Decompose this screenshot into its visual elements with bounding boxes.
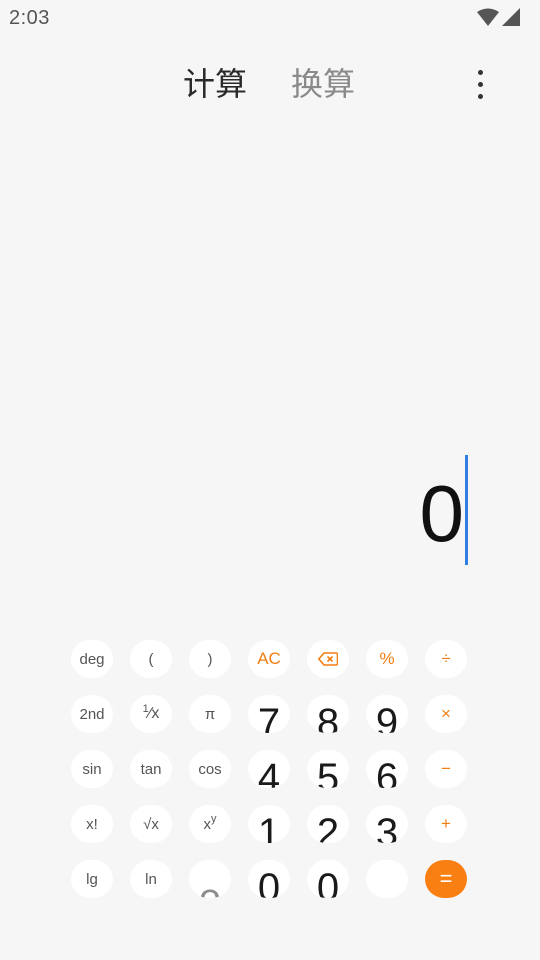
plus-button[interactable]: + (425, 805, 467, 843)
digit-8-button[interactable]: 8 (307, 695, 349, 733)
digit-label: 5 (316, 756, 340, 788)
divide-button[interactable]: ÷ (425, 640, 467, 678)
equals-button[interactable]: = (425, 860, 467, 898)
minus-button[interactable]: − (425, 750, 467, 788)
deg-button[interactable]: deg (71, 640, 113, 678)
pi-button[interactable]: π (189, 695, 231, 733)
backspace-button[interactable] (307, 640, 349, 678)
power-base: x (203, 815, 212, 833)
reciprocal-button[interactable]: 1 ⁄x (130, 695, 172, 733)
digit-label: 0 (257, 866, 281, 898)
digit-4-button[interactable]: 4 (248, 750, 290, 788)
backspace-icon (318, 652, 338, 666)
percent-button[interactable]: % (366, 640, 408, 678)
sin-button[interactable]: sin (71, 750, 113, 788)
clear-button[interactable]: AC (248, 640, 290, 678)
digit-5-button[interactable]: 5 (307, 750, 349, 788)
digit-label: 7 (257, 701, 281, 733)
digit-3-button[interactable]: 3 (366, 805, 408, 843)
cos-button[interactable]: cos (189, 750, 231, 788)
power-exponent: y (211, 813, 217, 825)
digit-9-button[interactable]: 9 (366, 695, 408, 733)
ln-button[interactable]: ln (130, 860, 172, 898)
lg-button[interactable]: lg (71, 860, 113, 898)
double-zero-button[interactable]: 0 (307, 860, 349, 898)
e-label: e (198, 876, 222, 898)
digit-6-button[interactable]: 6 (366, 750, 408, 788)
reciprocal-numerator: 1 (142, 703, 149, 715)
digit-label: 1 (257, 811, 281, 843)
second-function-button[interactable]: 2nd (71, 695, 113, 733)
digit-label: 9 (375, 701, 399, 733)
tan-button[interactable]: tan (130, 750, 172, 788)
digit-label: 4 (257, 756, 281, 788)
factorial-button[interactable]: x! (71, 805, 113, 843)
digit-7-button[interactable]: 7 (248, 695, 290, 733)
open-paren-button[interactable]: ( (130, 640, 172, 678)
digit-label: 0 (316, 866, 340, 898)
e-button[interactable]: e (189, 860, 231, 898)
digit-0-button[interactable]: 0 (248, 860, 290, 898)
calculator-screen: 2:03 计算 换算 0 deg ( ) AC % ÷ 2nd 1 ⁄x π 7… (0, 0, 540, 960)
digit-label: 8 (316, 701, 340, 733)
sqrt-button[interactable]: √x (130, 805, 172, 843)
decimal-point-button[interactable] (366, 860, 408, 898)
digit-label: 6 (375, 756, 399, 788)
multiply-button[interactable]: × (425, 695, 467, 733)
digit-2-button[interactable]: 2 (307, 805, 349, 843)
power-button[interactable]: xy (189, 805, 231, 843)
digit-label: 3 (375, 811, 399, 843)
reciprocal-denominator: ⁄x (148, 705, 160, 722)
close-paren-button[interactable]: ) (189, 640, 231, 678)
keypad: deg ( ) AC % ÷ 2nd 1 ⁄x π 7 8 9 × sin tan… (0, 0, 540, 960)
digit-1-button[interactable]: 1 (248, 805, 290, 843)
digit-label: 2 (316, 811, 340, 843)
